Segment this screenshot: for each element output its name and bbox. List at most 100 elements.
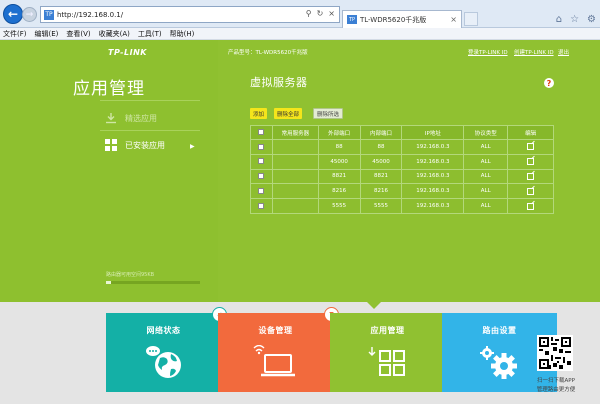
row-checkbox[interactable] <box>258 158 265 165</box>
ip-cell: 192.168.0.3 <box>401 139 465 155</box>
delete-all-button[interactable]: 删除全部 <box>274 108 303 119</box>
tab-favicon-icon: TP <box>347 15 357 24</box>
storage-label: 路由器可用空间95KB <box>106 272 155 278</box>
delete-selected-button[interactable]: 删除所选 <box>313 108 344 119</box>
sidebar-item-installed-apps[interactable]: 已安装应用 <box>104 136 165 154</box>
browser-toolbar: ← → TP http://192.168.0.1/ ⚲ ↻ × TP TL-W… <box>0 0 600 28</box>
internal-port-cell: 8821 <box>359 168 403 185</box>
edit-icon[interactable] <box>527 187 535 195</box>
row-checkbox-cell <box>250 198 273 214</box>
server-cell <box>271 168 319 185</box>
server-cell <box>271 183 319 200</box>
model-label: 产品型号：TL-WDR5620千兆版 <box>228 50 308 56</box>
row-checkbox[interactable] <box>258 188 265 195</box>
menu-help[interactable]: 帮助(H) <box>170 29 195 39</box>
table-row: 5555 5555 192.168.0.3 ALL <box>250 198 554 214</box>
ip-cell: 192.168.0.3 <box>401 183 465 200</box>
edit-icon[interactable] <box>527 158 535 166</box>
tab-close-icon[interactable]: × <box>450 15 457 24</box>
ip-cell: 192.168.0.3 <box>401 168 465 185</box>
qr-caption-line-2: 管理路由更方便 <box>536 387 576 393</box>
menu-tools[interactable]: 工具(T) <box>138 29 162 39</box>
column-header: 编辑 <box>507 125 554 140</box>
column-header: 内部端口 <box>359 125 403 140</box>
storage-bar-fill <box>106 281 111 284</box>
external-port-cell: 8216 <box>317 183 361 200</box>
protocol-cell: ALL <box>463 139 509 155</box>
favorites-star-icon[interactable]: ☆ <box>570 14 579 25</box>
ip-cell: 192.168.0.3 <box>401 198 465 214</box>
row-checkbox[interactable] <box>258 202 265 209</box>
address-tools: ⚲ ↻ × <box>306 9 335 18</box>
tile-label: 应用管理 <box>370 326 405 335</box>
close-icon[interactable]: × <box>328 9 335 18</box>
add-button[interactable]: 添加 <box>250 108 268 119</box>
edit-icon[interactable] <box>527 172 535 180</box>
table-row: 8821 8821 192.168.0.3 ALL <box>250 168 554 185</box>
search-icon[interactable]: ⚲ <box>306 9 312 18</box>
tile-label: 网络状态 <box>146 326 181 335</box>
download-icon <box>104 112 117 125</box>
refresh-icon[interactable]: ↻ <box>317 9 324 18</box>
protocol-cell: ALL <box>463 153 509 170</box>
chevron-right-icon: ▶ <box>190 143 195 150</box>
create-tplink-id-link[interactable]: 创建TP-LINK ID <box>514 48 554 56</box>
address-bar[interactable]: TP http://192.168.0.1/ ⚲ ↻ × <box>40 6 340 23</box>
tile-network-status[interactable]: 网络状态 ✓ <box>106 307 227 392</box>
row-checkbox-cell <box>250 183 273 200</box>
edit-icon[interactable] <box>527 202 535 210</box>
sidebar-divider <box>100 130 200 131</box>
browser-tab[interactable]: TP TL-WDR5620千兆版 × <box>342 10 462 28</box>
active-indicator <box>367 302 381 309</box>
new-tab-button[interactable] <box>464 12 478 26</box>
sidebar-title: 应用管理 <box>73 79 145 99</box>
menu-edit[interactable]: 编辑(E) <box>35 29 59 39</box>
external-port-cell: 88 <box>317 139 361 155</box>
brand-logo: TP-LINK <box>108 48 147 57</box>
forward-button[interactable]: → <box>22 7 37 22</box>
row-checkbox-cell <box>250 168 273 185</box>
edit-icon[interactable] <box>527 143 535 151</box>
external-port-cell: 5555 <box>317 198 361 214</box>
back-button[interactable]: ← <box>3 4 23 24</box>
url-text[interactable]: http://192.168.0.1/ <box>57 11 123 19</box>
menu-file[interactable]: 文件(F) <box>3 29 27 39</box>
protocol-cell: ALL <box>463 168 509 185</box>
internal-port-cell: 45000 <box>359 153 403 170</box>
select-all-cell <box>250 125 273 140</box>
tile-app-management[interactable]: 应用管理 <box>330 313 445 392</box>
row-checkbox[interactable] <box>258 173 265 180</box>
server-cell <box>271 198 319 214</box>
exit-link[interactable]: 退出 <box>558 48 569 56</box>
ip-cell: 192.168.0.3 <box>401 153 465 170</box>
browser-actions: ⌂ ☆ ⚙ <box>556 14 596 25</box>
row-checkbox[interactable] <box>258 143 265 150</box>
table-row: 88 88 192.168.0.3 ALL <box>250 139 554 155</box>
protocol-cell: ALL <box>463 198 509 214</box>
column-header: 协议类型 <box>463 125 509 140</box>
table-row: 45000 45000 192.168.0.3 ALL <box>250 153 554 170</box>
menu-favorites[interactable]: 收藏夹(A) <box>99 29 130 39</box>
home-icon[interactable]: ⌂ <box>556 14 562 25</box>
server-cell <box>271 139 319 155</box>
storage-bar <box>106 281 200 284</box>
row-checkbox-cell <box>250 139 273 155</box>
edit-cell <box>507 198 554 214</box>
sidebar-item-featured-apps[interactable]: 精选应用 <box>104 109 157 127</box>
select-all-checkbox[interactable] <box>258 129 265 136</box>
table-row: 8216 8216 192.168.0.3 ALL <box>250 183 554 200</box>
menu-view[interactable]: 查看(V) <box>66 29 90 39</box>
sidebar-item-label: 精选应用 <box>125 113 157 123</box>
laptop-icon <box>218 345 333 379</box>
settings-gear-icon[interactable]: ⚙ <box>587 14 596 25</box>
column-header: 常用服务器 <box>271 125 319 140</box>
apps-icon <box>330 345 445 379</box>
qr-caption-line-1: 扫一扫下载APP <box>537 378 575 384</box>
login-tplink-id-link[interactable]: 登录TP-LINK ID <box>468 48 508 56</box>
internal-port-cell: 88 <box>359 139 403 155</box>
column-header: 外部端口 <box>317 125 361 140</box>
tile-device-management[interactable]: 设备管理 7 <box>218 307 339 392</box>
external-port-cell: 45000 <box>317 153 361 170</box>
help-icon[interactable]: ? <box>544 78 554 88</box>
server-cell <box>271 153 319 170</box>
